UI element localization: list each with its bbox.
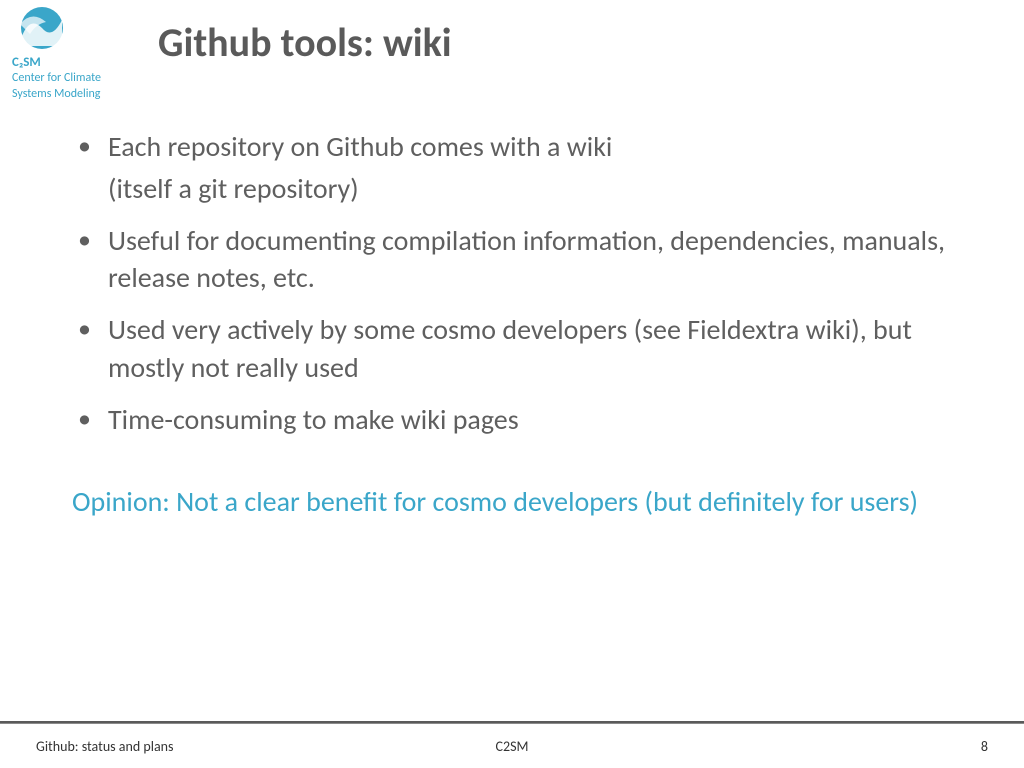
bullet-text: Useful for documenting compilation infor… <box>108 223 945 296</box>
list-item: Each repository on Github comes with a w… <box>72 128 972 208</box>
bullet-subtext: (itself a git repository) <box>108 170 972 208</box>
bullet-list: Each repository on Github comes with a w… <box>72 128 972 439</box>
bullet-text: Each repository on Github comes with a w… <box>108 129 612 164</box>
logo-line2: Systems Modeling <box>12 88 142 102</box>
bullet-text: Used very actively by some cosmo develop… <box>108 312 912 385</box>
slide-footer: Github: status and plans C2SM 8 <box>0 724 1024 768</box>
bullet-text: Time-consuming to make wiki pages <box>108 402 519 437</box>
list-item: Used very actively by some cosmo develop… <box>72 311 972 387</box>
opinion-text: Opinion: Not a clear benefit for cosmo d… <box>72 483 972 521</box>
footer-left: Github: status and plans <box>36 738 174 755</box>
list-item: Time-consuming to make wiki pages <box>72 401 972 439</box>
logo-line1: Center for Climate <box>12 72 142 86</box>
org-logo: C₂SM Center for Climate Systems Modeling <box>12 6 142 102</box>
slide: C₂SM Center for Climate Systems Modeling… <box>0 0 1024 768</box>
logo-acronym: C₂SM <box>12 55 142 70</box>
list-item: Useful for documenting compilation infor… <box>72 222 972 298</box>
slide-body: Each repository on Github comes with a w… <box>72 128 972 520</box>
wave-icon <box>12 6 72 50</box>
footer-page-number: 8 <box>981 738 988 755</box>
slide-title: Github tools: wiki <box>158 18 452 67</box>
